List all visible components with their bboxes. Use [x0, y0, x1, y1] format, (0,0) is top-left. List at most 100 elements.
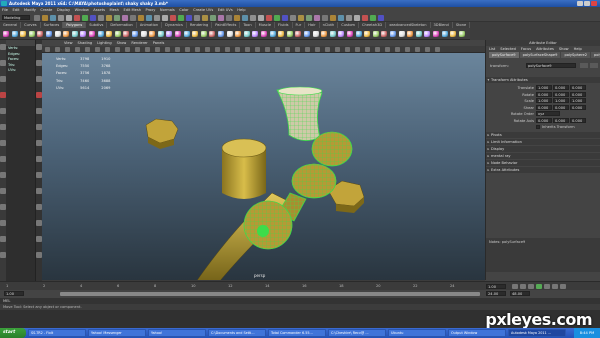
status-tool-icon[interactable] — [178, 14, 184, 21]
ae-menu-help[interactable]: Help — [574, 47, 582, 51]
section-extra-attributes[interactable]: ▸ Extra Attributes — [486, 166, 600, 173]
status-tool-icon[interactable] — [370, 14, 376, 21]
outliner-item[interactable]: UVs: — [6, 68, 35, 74]
transform-name-field[interactable]: polySurface9 — [526, 63, 576, 68]
section-display[interactable]: ▸ Display — [486, 145, 600, 152]
shelf-tool-icon[interactable] — [415, 31, 422, 37]
viewport-tool-icon[interactable] — [195, 47, 200, 52]
status-tool-icon[interactable] — [194, 14, 200, 21]
shelf-tool-icon[interactable] — [295, 31, 302, 37]
viewport-persp[interactable]: View Shading Lighting Show Renderer Panels Ve… — [42, 40, 485, 280]
shelf-tool-icon[interactable] — [441, 31, 448, 37]
section-node-behavior[interactable]: ▸ Node Behavior — [486, 159, 600, 166]
status-tool-icon[interactable] — [130, 14, 136, 21]
viewport-tool-icon[interactable] — [215, 47, 220, 52]
shelf-tool-icon[interactable] — [398, 31, 405, 37]
attr-field[interactable]: 0.000 — [570, 104, 586, 110]
maximize-icon[interactable] — [584, 1, 590, 6]
playback-control-icon[interactable] — [560, 284, 566, 289]
attr-field[interactable]: 1.000 — [570, 98, 586, 103]
shelf-tool-icon[interactable] — [71, 31, 78, 37]
range-end-field[interactable]: 24.00 — [486, 291, 506, 296]
ae-tab-polysurface9[interactable]: polySurface9 — [489, 52, 519, 58]
status-tool-icon[interactable] — [258, 14, 264, 21]
shelf-tool-icon[interactable] — [123, 31, 130, 37]
taskbar-item[interactable]: Yahoo! Messenger — [88, 329, 146, 337]
status-tool-icon[interactable] — [330, 14, 336, 21]
taskbar-item[interactable]: Ubuntu — [388, 329, 446, 337]
playback-control-icon[interactable] — [552, 284, 558, 289]
attr-field[interactable]: 0.000 — [536, 104, 552, 110]
status-tool-icon[interactable] — [266, 14, 272, 21]
viewport-menu-lighting[interactable]: Lighting — [97, 41, 112, 45]
ae-menu-selected[interactable]: Selected — [500, 47, 516, 51]
viewport-tool-icon[interactable] — [355, 47, 360, 52]
status-tool-icon[interactable] — [106, 14, 112, 21]
viewport-tool-icon[interactable] — [395, 47, 400, 52]
shelf-tool-icon[interactable] — [200, 31, 207, 37]
shelf-tool-icon[interactable] — [175, 31, 181, 37]
viewport-tool-icon[interactable] — [305, 47, 310, 52]
status-tool-icon[interactable] — [114, 14, 120, 21]
viewport-tool-icon[interactable] — [415, 47, 420, 52]
playback-control-icon[interactable] — [536, 284, 542, 289]
playback-control-icon[interactable] — [520, 284, 526, 289]
viewport-menu-shading[interactable]: Shading — [78, 41, 93, 45]
viewport-tool-icon[interactable] — [425, 47, 430, 52]
shelf-tool-icon[interactable] — [209, 31, 216, 37]
range-max-field[interactable]: 48.00 — [510, 291, 530, 296]
shelf-tool-icon[interactable] — [149, 31, 156, 37]
viewport-tool-icon[interactable] — [275, 47, 280, 52]
shelf-tool-icon[interactable] — [338, 31, 345, 37]
status-tool-icon[interactable] — [90, 14, 96, 21]
attr-field[interactable]: 0.000 — [536, 91, 552, 97]
viewport-menu-view[interactable]: View — [64, 41, 73, 45]
shelf-tool-icon[interactable] — [252, 31, 259, 37]
status-tool-icon[interactable] — [306, 14, 312, 21]
viewport-tool-icon[interactable] — [135, 47, 140, 52]
range-slider-bar[interactable] — [60, 292, 480, 296]
status-tool-icon[interactable] — [234, 14, 240, 21]
status-tool-icon[interactable] — [202, 14, 208, 21]
shelf-tool-icon[interactable] — [269, 31, 276, 37]
shelf-tool-icon[interactable] — [140, 31, 147, 37]
status-tool-icon[interactable] — [378, 14, 384, 21]
notes-area[interactable]: Notes: polySurface9 — [486, 238, 600, 272]
viewport-tool-icon[interactable] — [85, 47, 90, 52]
attr-field[interactable]: 1.000 — [553, 98, 569, 103]
viewport-tool-icon[interactable] — [125, 47, 130, 52]
taskbar-item[interactable]: C:\Cheshire\ Recv@ ... — [328, 329, 386, 337]
viewport-tool-icon[interactable] — [205, 47, 210, 52]
status-tool-icon[interactable] — [98, 14, 104, 21]
status-tool-icon[interactable] — [250, 14, 256, 21]
viewport-tool-icon[interactable] — [385, 47, 390, 52]
attr-field[interactable]: 0.000 — [553, 91, 569, 97]
shelf-tool-icon[interactable] — [166, 31, 173, 37]
status-tool-icon[interactable] — [314, 14, 320, 21]
shelf-tool-icon[interactable] — [89, 31, 95, 37]
shelf-tool-icon[interactable] — [286, 31, 293, 37]
status-tool-icon[interactable] — [290, 14, 296, 21]
shelf-tool-icon[interactable] — [20, 31, 27, 37]
attr-field[interactable]: 1.000 — [536, 85, 552, 90]
viewport-tool-icon[interactable] — [95, 47, 100, 52]
minimize-icon[interactable] — [577, 1, 583, 6]
taskbar-item[interactable]: Yahoo! — [148, 329, 206, 337]
shelf-tool-icon[interactable] — [226, 31, 233, 37]
time-slider[interactable]: 1 2 4 6 8 10 12 14 16 18 20 22 24 1.00 — [0, 281, 600, 290]
status-tool-icon[interactable] — [282, 14, 288, 21]
shelf-tool-icon[interactable] — [46, 31, 52, 37]
shelf-tool-icon[interactable] — [243, 31, 250, 37]
section-limit-information[interactable]: ▸ Limit Information — [486, 138, 600, 145]
status-tool-icon[interactable] — [34, 14, 40, 21]
shelf-tool-icon[interactable] — [80, 31, 87, 37]
shelf-tool-icon[interactable] — [235, 31, 242, 37]
taskbar-item[interactable]: C:\Documents and Setti... — [208, 329, 266, 337]
shelf-tool-icon[interactable] — [329, 31, 336, 37]
attr-field[interactable]: 0.000 — [553, 117, 569, 123]
shelf-tool-icon[interactable] — [381, 31, 388, 37]
taskbar-item[interactable]: SS-TR2 - FixIt — [28, 329, 86, 337]
viewport-tool-icon[interactable] — [175, 47, 180, 52]
shelf-tool-icon[interactable] — [424, 31, 431, 37]
attr-field[interactable]: 0.000 — [553, 104, 569, 110]
